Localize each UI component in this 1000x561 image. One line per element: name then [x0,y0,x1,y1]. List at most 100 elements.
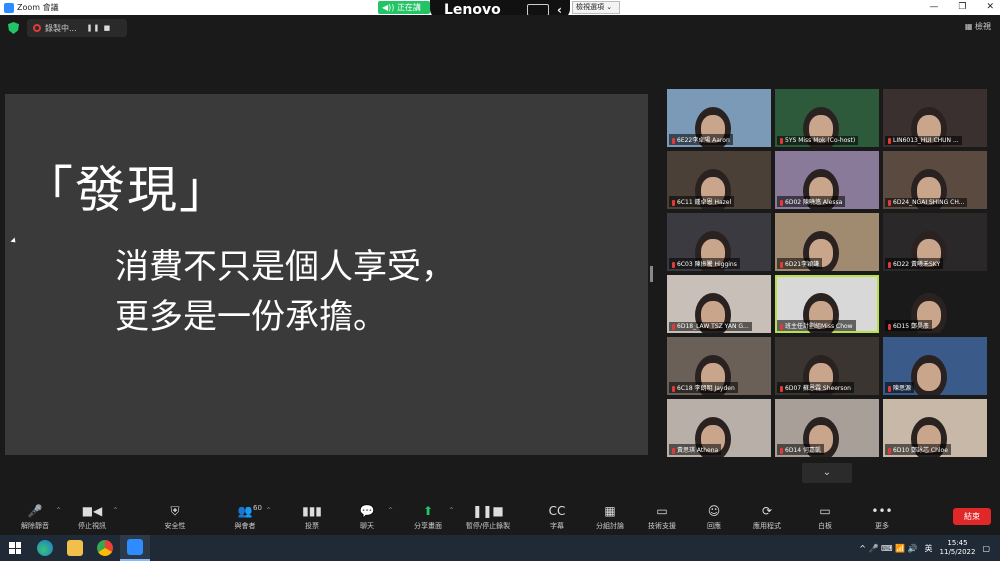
participant-tile[interactable]: 6C11 鍾卓恩 Hazel [667,151,771,209]
unmute-caret-icon[interactable]: ^ [56,507,61,514]
view-options-dropdown[interactable]: 檢視選項 ⌄ [572,1,620,14]
participant-name-text: 黃思琪 Athena [677,447,719,454]
participant-tile[interactable]: 黃思琪 Athena [667,399,771,457]
whiteboard-button[interactable]: ▭ 白板 [795,504,855,531]
participant-name-text: 6D02 陳曉悠 Alessa [785,199,843,206]
recording-dot-icon [33,24,41,32]
participant-tile[interactable]: 5YS Miss Mok (Co-host) [775,89,879,147]
chrome-icon [97,540,113,556]
window-controls: — ❐ ✕ [929,0,994,15]
muted-mic-icon [672,199,675,206]
participant-tile[interactable]: 6C03 陳振騰 Higgins [667,213,771,271]
clock-time: 15:45 [947,539,968,547]
taskbar-edge[interactable] [30,535,60,561]
participant-name: 6D18_LAW TSZ YAN G... [669,322,752,331]
muted-mic-icon [672,385,675,392]
more-button[interactable]: ••• 更多 [852,504,912,531]
zoom-logo-icon [4,2,14,13]
muted-mic-icon [780,261,783,268]
participant-name-text: 6D21李穎謙 [785,261,820,268]
participants-caret-icon[interactable]: ^ [266,507,271,514]
slide-line-1: 消費不只是個人享受， [115,247,455,287]
maximize-button[interactable]: ❐ [958,0,966,15]
minimize-button[interactable]: — [929,0,938,15]
more-icon: ••• [871,504,893,518]
muted-mic-icon [888,199,891,206]
polls-button[interactable]: ▮▮▮ 投票 [282,504,342,531]
participant-name: 6D22 黃曦禾SKY [885,258,944,269]
participant-name: 6D14 何嘉凱 [777,444,824,455]
share-screen-caret-icon[interactable]: ^ [449,507,454,514]
stop-video-button[interactable]: ■◀ 停止視訊 ^ [62,504,122,531]
close-button[interactable]: ✕ [986,0,994,15]
participant-name-text: 6E22李卓陽 Aaron [677,137,730,144]
participant-tile[interactable]: 陳思源 [883,337,987,395]
security-button[interactable]: ⛨ 安全性 [145,504,205,531]
notification-icon[interactable]: ▢ [982,544,990,553]
taskbar-explorer[interactable] [60,535,90,561]
end-meeting-button[interactable]: 結束 [953,508,991,525]
captions-button[interactable]: CC 字幕 [527,504,587,531]
apps-button[interactable]: ⟳ 應用程式 [737,504,797,531]
participant-name-text: 6D15 鄭昊彥 [893,323,929,330]
participants-button[interactable]: 👥 60 與會者 ^ [215,504,275,531]
participant-tile[interactable]: 6D24_NGAI SHING CH... [883,151,987,209]
chat-caret-icon[interactable]: ^ [388,507,393,514]
participant-name-text: 6D10 鄭詠芯 Chloe [893,447,948,454]
participant-tile[interactable]: 班主任計劃組Miss Chow [775,275,879,333]
taskbar-zoom[interactable] [120,535,150,561]
muted-mic-icon [888,137,891,144]
meeting-top-bar [0,15,1000,43]
view-label: 檢視 [975,22,991,31]
participant-tile[interactable]: 6D14 何嘉凱 [775,399,879,457]
taskbar-chrome[interactable] [90,535,120,561]
participant-tile[interactable]: 6D21李穎謙 [775,213,879,271]
speaking-indicator: ◀)) 正在講話： [378,1,430,25]
clock-date: 11/5/2022 [939,548,976,556]
participant-tile[interactable]: 6D18_LAW TSZ YAN G... [667,275,771,333]
security-label: 安全性 [164,522,186,530]
breakout-rooms-button[interactable]: ▦ 分組討論 [580,504,640,531]
participant-tile[interactable]: LIN6013_HUI CHUN ... [883,89,987,147]
participant-tile[interactable]: 6C18 李朗明 Jayden [667,337,771,395]
participant-tile[interactable]: 6D10 鄭詠芯 Chloe [883,399,987,457]
polls-icon: ▮▮▮ [302,504,322,518]
participant-tile[interactable]: 6D07 蘇恩霖 Sheerson [775,337,879,395]
stop-video-caret-icon[interactable]: ^ [113,507,118,514]
participant-name-text: 6C11 鍾卓恩 Hazel [677,199,732,206]
pause-stop-recording-button[interactable]: ❚❚■ 暫停/停止錄製 [458,504,518,531]
recording-controls[interactable]: ❚❚ ■ [87,24,112,32]
participant-name: 6D21李穎謙 [777,258,823,269]
captions-label: 字幕 [550,522,564,530]
ime-indicator[interactable]: 英 [925,543,933,554]
view-button[interactable]: ▦ 檢視 [965,21,991,32]
window-title: Zoom 會議 [17,3,59,12]
participant-video-face [917,363,941,391]
muted-mic-icon [888,385,891,392]
participant-name: 5YS Miss Mok (Co-host) [777,136,859,145]
muted-mic-icon [672,447,675,454]
tech-support-button[interactable]: ▭ 技術支援 [632,504,692,531]
clock[interactable]: 15:45 11/5/2022 [940,539,976,557]
start-button[interactable] [0,535,30,561]
unmute-label: 解除靜音 [21,522,49,530]
participant-tile[interactable]: 6D15 鄭昊彥 [883,275,987,333]
share-screen-button[interactable]: ⬆ 分享畫面 ^ [398,504,458,531]
participant-tile[interactable]: 6E22李卓陽 Aaron [667,89,771,147]
pause-stop-recording-label: 暫停/停止錄製 [465,522,511,530]
recording-indicator: 錄製中... ❚❚ ■ [27,19,127,37]
screen-icon[interactable] [527,3,550,16]
chat-button[interactable]: 💬 聊天 ^ [337,504,397,531]
panel-splitter-handle[interactable] [650,266,653,282]
reactions-button[interactable]: ☺ 回應 [684,504,744,531]
unmute-button[interactable]: 🎤 解除靜音 ^ [5,504,65,531]
participant-name-text: 陳思源 [893,385,912,392]
stop-video-label: 停止視訊 [78,522,106,530]
tray-icons[interactable]: ^ 🎤 ⌨ 📶 🔊 [859,544,917,553]
apps-label: 應用程式 [753,522,781,530]
gallery-scroll-down-button[interactable]: ⌄ [802,463,852,483]
participant-tile[interactable]: 6D02 陳曉悠 Alessa [775,151,879,209]
participant-name-text: 6D14 何嘉凱 [785,447,821,454]
muted-mic-icon [672,261,675,268]
participant-tile[interactable]: 6D22 黃曦禾SKY [883,213,987,271]
